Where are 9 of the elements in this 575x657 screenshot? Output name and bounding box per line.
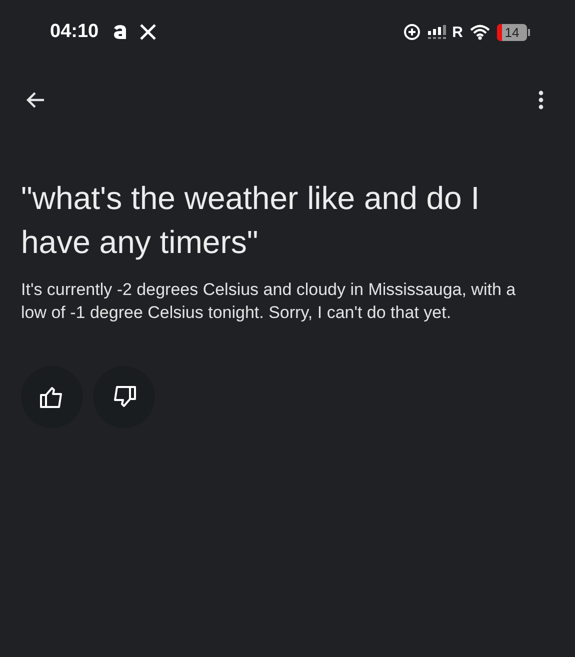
data-saver-icon xyxy=(403,23,422,41)
roaming-label: R xyxy=(452,24,463,40)
query-text: "what's the weather like and do I have any timers" xyxy=(21,179,481,262)
wifi-icon xyxy=(470,24,490,40)
more-vertical-icon xyxy=(538,90,544,110)
cross-icon xyxy=(138,23,157,41)
status-time: 04:10 xyxy=(50,21,99,43)
response-text: It's currently -2 degrees Celsius and cloudy in Mississauga, with a low of -1 degree Celsius tonight. Sorry, I can't do that yet. xyxy=(21,279,517,324)
battery-icon: 14 xyxy=(497,24,527,40)
